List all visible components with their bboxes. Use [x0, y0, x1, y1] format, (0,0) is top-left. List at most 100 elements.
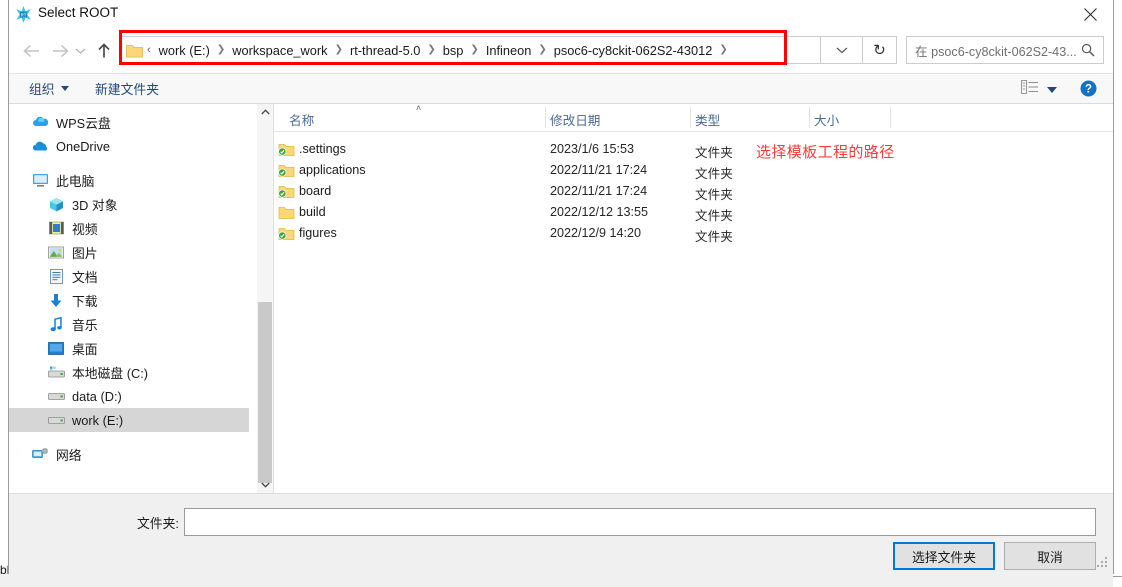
close-icon — [1084, 8, 1097, 21]
breadcrumb-item-4[interactable]: Infineon — [483, 42, 535, 59]
column-header-date-modified[interactable]: 修改日期 — [550, 110, 600, 129]
column-header-type[interactable]: 类型 — [695, 110, 720, 129]
column-divider[interactable] — [809, 107, 810, 128]
breadcrumb-separator-icon[interactable]: ❯ — [470, 44, 478, 55]
sidebar-item-label: 网络 — [56, 447, 82, 463]
resize-grip-icon[interactable] — [1097, 557, 1109, 569]
table-row[interactable]: .settings 2023/1/6 15:53 文件夹 — [274, 139, 1113, 160]
sidebar-item-label: OneDrive — [56, 138, 111, 154]
cell-type: 文件夹 — [695, 167, 733, 181]
annotation-text: 选择模板工程的路径 — [756, 144, 895, 161]
select-root-dialog: RT Select ROOT ‹ work (E:) ❯ workspace_w… — [8, 0, 1114, 587]
drive-icon — [47, 411, 65, 429]
sidebar-item-data-d[interactable]: data (D:) — [9, 384, 249, 408]
organize-menu-button[interactable]: 组织 — [29, 79, 69, 98]
scroll-down-button[interactable] — [257, 477, 273, 493]
sidebar-item-pictures[interactable]: 图片 — [9, 240, 249, 264]
forward-button[interactable] — [47, 38, 73, 64]
sidebar-item-3d-objects[interactable]: 3D 对象 — [9, 192, 249, 216]
new-folder-label: 新建文件夹 — [95, 82, 159, 97]
back-button[interactable] — [19, 38, 45, 64]
breadcrumb-separator-icon[interactable]: ❯ — [538, 44, 546, 55]
sidebar-item-label: 3D 对象 — [72, 197, 118, 213]
dialog-body: WPS云盘 OneDrive 此电脑 3D 对象 视频 图片 文档 下载 音乐 … — [9, 104, 1113, 493]
breadcrumb-separator-icon[interactable]: ❯ — [719, 44, 727, 55]
breadcrumb-item-2[interactable]: rt-thread-5.0 — [347, 42, 423, 59]
table-row[interactable]: board 2022/11/21 17:24 文件夹 — [274, 181, 1113, 202]
3d-objects-icon — [47, 195, 65, 213]
sidebar-item-videos[interactable]: 视频 — [9, 216, 249, 240]
sidebar-item-label: 音乐 — [72, 317, 98, 333]
column-header-name[interactable]: 名称 — [289, 110, 314, 129]
file-list-pane[interactable]: ˄ 名称 修改日期 类型 大小 .settings 2023/1/6 15:53… — [274, 104, 1113, 493]
cell-date: 2022/11/21 17:24 — [550, 184, 648, 198]
recent-locations-button[interactable] — [71, 38, 89, 64]
table-row[interactable]: build 2022/12/12 13:55 文件夹 — [274, 202, 1113, 223]
cell-name: build — [299, 205, 326, 219]
sidebar-item-music[interactable]: 音乐 — [9, 312, 249, 336]
sidebar-item-this-pc[interactable]: 此电脑 — [9, 168, 249, 192]
scrollbar-thumb[interactable] — [258, 302, 272, 483]
search-input[interactable]: 在 psoc6-cy8ckit-062S2-43... — [915, 41, 1077, 60]
column-header-size[interactable]: 大小 — [814, 110, 839, 129]
videos-icon — [47, 219, 65, 237]
sidebar-item-downloads[interactable]: 下载 — [9, 288, 249, 312]
sidebar-item-wps-cloud[interactable]: WPS云盘 — [9, 110, 249, 134]
address-history-button[interactable] — [821, 36, 863, 64]
search-icon — [1077, 43, 1099, 57]
svg-text:?: ? — [1085, 84, 1092, 96]
navigation-pane-scrollbar[interactable] — [257, 104, 273, 493]
scroll-up-button[interactable] — [257, 104, 273, 120]
chevron-up-icon — [260, 109, 270, 115]
address-bar[interactable]: ‹ work (E:) ❯ workspace_work ❯ rt-thread… — [121, 36, 821, 64]
onedrive-icon — [31, 137, 49, 155]
sidebar-item-label: 本地磁盘 (C:) — [72, 365, 149, 381]
cell-date: 2022/12/12 13:55 — [550, 205, 649, 219]
column-divider[interactable] — [890, 107, 891, 128]
folder-synced-icon — [278, 163, 295, 178]
breadcrumb-item-5[interactable]: psoc6-cy8ckit-062S2-43012 — [551, 42, 716, 59]
sidebar-item-local-disk-c[interactable]: 本地磁盘 (C:) — [9, 360, 249, 384]
breadcrumb-overflow-icon[interactable]: ‹ — [147, 44, 151, 56]
cancel-button[interactable]: 取消 — [1004, 542, 1096, 570]
sort-indicator: ˄ — [416, 103, 422, 113]
breadcrumb-separator-icon[interactable]: ❯ — [427, 44, 435, 55]
desktop-icon — [47, 339, 65, 357]
window-title: Select ROOT — [38, 5, 119, 20]
sidebar-item-network[interactable]: 网络 — [9, 442, 249, 466]
local-disk-icon — [47, 363, 65, 381]
select-folder-button[interactable]: 选择文件夹 — [893, 542, 995, 570]
sidebar-item-work-e[interactable]: work (E:) — [9, 408, 249, 432]
breadcrumb-separator-icon[interactable]: ❯ — [335, 44, 343, 55]
table-row[interactable]: applications 2022/11/21 17:24 文件夹 — [274, 160, 1113, 181]
new-folder-button[interactable]: 新建文件夹 — [95, 79, 159, 98]
breadcrumb-item-0[interactable]: work (E:) — [156, 42, 213, 59]
refresh-icon: ↻ — [873, 42, 886, 59]
help-button[interactable]: ? — [1080, 80, 1097, 97]
sidebar-item-label: 此电脑 — [56, 173, 95, 189]
navigation-bar: ‹ work (E:) ❯ workspace_work ❯ rt-thread… — [9, 29, 1113, 73]
breadcrumb-item-1[interactable]: workspace_work — [229, 42, 330, 59]
view-list-icon — [1021, 80, 1039, 99]
sidebar-item-onedrive[interactable]: OneDrive — [9, 134, 249, 158]
sidebar-item-label: data (D:) — [72, 388, 122, 404]
breadcrumb-separator-icon[interactable]: ❯ — [217, 44, 225, 55]
refresh-button[interactable]: ↻ — [863, 36, 897, 64]
arrow-up-icon — [98, 43, 110, 58]
sidebar-item-desktop[interactable]: 桌面 — [9, 336, 249, 360]
close-button[interactable] — [1068, 0, 1113, 29]
sidebar-item-documents[interactable]: 文档 — [9, 264, 249, 288]
cell-date: 2022/12/9 14:20 — [550, 226, 642, 240]
music-icon — [47, 315, 65, 333]
search-box[interactable]: 在 psoc6-cy8ckit-062S2-43... — [906, 36, 1104, 64]
navigation-pane[interactable]: WPS云盘 OneDrive 此电脑 3D 对象 视频 图片 文档 下载 音乐 … — [9, 104, 249, 493]
column-divider[interactable] — [690, 107, 691, 128]
table-row[interactable]: figures 2022/12/9 14:20 文件夹 — [274, 223, 1113, 244]
sidebar-item-label: WPS云盘 — [56, 115, 111, 131]
up-one-level-button[interactable] — [91, 38, 117, 64]
breadcrumb-item-3[interactable]: bsp — [440, 42, 467, 59]
folder-name-input[interactable] — [184, 508, 1096, 536]
view-options-button[interactable] — [1021, 80, 1057, 99]
column-divider[interactable] — [545, 107, 546, 128]
cell-type: 文件夹 — [695, 146, 733, 160]
